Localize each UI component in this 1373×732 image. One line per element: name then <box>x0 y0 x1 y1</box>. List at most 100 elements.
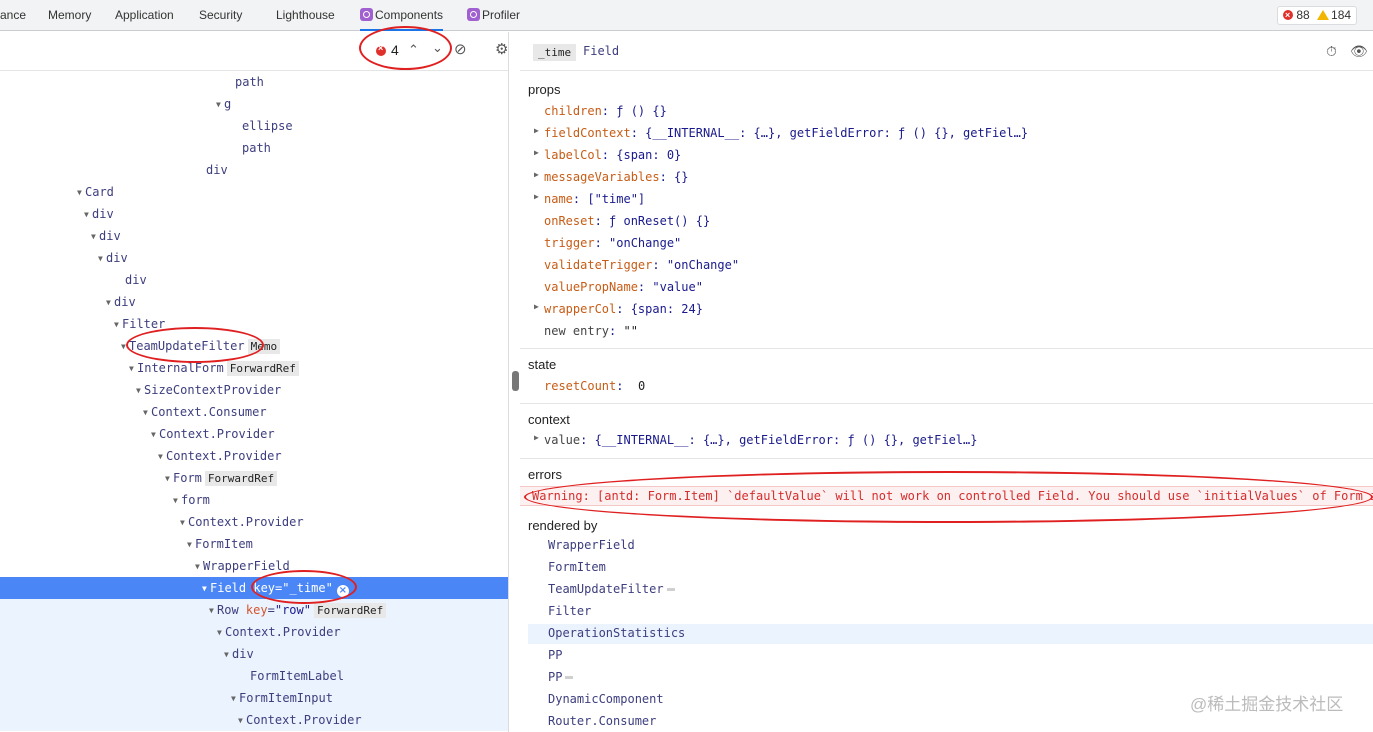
previous-error-button[interactable]: ⌃ <box>408 42 419 58</box>
owner-item[interactable]: WrapperField <box>548 538 635 552</box>
tree-scrollbar-thumb[interactable] <box>512 371 519 391</box>
expand-arrow-icon[interactable]: ▶ <box>534 433 539 442</box>
tree-row[interactable]: ▼ FormItem <box>0 533 508 555</box>
tree-row[interactable]: ▼ g <box>0 93 508 115</box>
prop-row[interactable]: validateTrigger: "onChange" <box>544 258 739 272</box>
collapse-arrow-icon[interactable]: ▼ <box>202 578 210 600</box>
tree-row[interactable]: ▼ Context.Provider <box>0 621 508 643</box>
prop-value[interactable]: {} <box>674 170 688 184</box>
tree-row[interactable]: ▼ Context.Provider <box>0 709 508 731</box>
owner-item[interactable]: FormItem <box>548 560 606 574</box>
tree-row[interactable]: path <box>0 71 508 93</box>
owner-item[interactable]: DynamicComponent <box>548 692 664 706</box>
collapse-arrow-icon[interactable]: ▼ <box>77 182 85 204</box>
prop-value[interactable]: ƒ onReset() {} <box>609 214 710 228</box>
prop-row[interactable]: ▶ fieldContext: {__INTERNAL__: {…}, getFi… <box>534 126 1028 140</box>
tree-row[interactable]: path <box>0 137 508 159</box>
collapse-arrow-icon[interactable]: ▼ <box>106 292 114 314</box>
owner-item[interactable]: Filter <box>548 604 591 618</box>
tab-security[interactable]: Security <box>199 0 242 31</box>
collapse-arrow-icon[interactable]: ▼ <box>151 424 159 446</box>
prop-value[interactable]: {span: 24} <box>631 302 703 316</box>
tree-row[interactable]: ▼ Field key="_time" × <box>0 577 508 599</box>
owner-item[interactable]: Router.Consumer <box>548 714 656 728</box>
tree-row[interactable]: ▼ div <box>0 247 508 269</box>
tree-row[interactable]: ▼ WrapperField <box>0 555 508 577</box>
collapse-arrow-icon[interactable]: ▼ <box>165 468 173 490</box>
tab-memory[interactable]: Memory <box>48 0 91 31</box>
tree-row[interactable]: ▼ div <box>0 291 508 313</box>
collapse-arrow-icon[interactable]: ▼ <box>114 314 122 336</box>
owner-item[interactable]: PP <box>548 670 574 684</box>
collapse-arrow-icon[interactable]: ▼ <box>187 534 195 556</box>
expand-arrow-icon[interactable]: ▶ <box>534 192 539 201</box>
prop-row[interactable]: ▶ messageVariables: {} <box>534 170 689 184</box>
collapse-arrow-icon[interactable]: ▼ <box>143 402 151 424</box>
collapse-arrow-icon[interactable]: ▼ <box>231 688 239 710</box>
prop-row[interactable]: ▶ wrapperCol: {span: 24} <box>534 302 703 316</box>
collapse-arrow-icon[interactable]: ▼ <box>136 380 144 402</box>
context-prop[interactable]: ▶ value: {__INTERNAL__: {…}, getFieldErr… <box>534 433 977 447</box>
stopwatch-icon[interactable]: ⏱ <box>1326 43 1337 60</box>
collapse-arrow-icon[interactable]: ▼ <box>129 358 137 380</box>
prop-row[interactable]: children: ƒ () {} <box>544 104 667 118</box>
issues-counter[interactable]: 88 184 <box>1277 6 1358 25</box>
tree-row[interactable]: ▼ Card <box>0 181 508 203</box>
prop-value[interactable]: {span: 0} <box>616 148 681 162</box>
tree-row[interactable]: ▼ Form ForwardRef <box>0 467 508 489</box>
collapse-arrow-icon[interactable]: ▼ <box>195 556 203 578</box>
owner-item[interactable]: TeamUpdateFilter <box>548 582 675 596</box>
collapse-arrow-icon[interactable]: ▼ <box>173 490 181 512</box>
prop-value[interactable]: ƒ () {} <box>616 104 667 118</box>
collapse-arrow-icon[interactable]: ▼ <box>217 622 225 644</box>
expand-arrow-icon[interactable]: ▶ <box>534 170 539 179</box>
prop-value[interactable]: {__INTERNAL__: {…}, getFieldError: ƒ () … <box>645 126 1028 140</box>
collapse-arrow-icon[interactable]: ▼ <box>209 600 217 622</box>
expand-arrow-icon[interactable]: ▶ <box>534 148 539 157</box>
error-badge-icon[interactable]: × <box>336 585 349 597</box>
prop-key[interactable]: new entry <box>544 324 609 338</box>
prop-row[interactable]: new entry: "" <box>544 324 638 338</box>
tree-row[interactable]: ▼ Context.Provider <box>0 511 508 533</box>
tree-row[interactable]: div <box>0 159 508 181</box>
tab-application[interactable]: Application <box>115 0 174 31</box>
prop-row[interactable]: ▶ labelCol: {span: 0} <box>534 148 681 162</box>
collapse-arrow-icon[interactable]: ▼ <box>180 512 188 534</box>
tree-row[interactable]: ▼ Context.Provider <box>0 445 508 467</box>
prop-value[interactable]: "" <box>623 324 637 338</box>
eye-icon[interactable]: 👁 <box>1350 43 1368 60</box>
next-error-button[interactable]: ⌄ <box>432 40 443 56</box>
tree-row[interactable]: ▼ div <box>0 225 508 247</box>
tab-profiler[interactable]: Profiler <box>467 0 520 31</box>
collapse-arrow-icon[interactable]: ▼ <box>84 204 92 226</box>
tree-row[interactable]: ▼ SizeContextProvider <box>0 379 508 401</box>
prop-value[interactable]: ["time"] <box>587 192 645 206</box>
tab-lighthouse[interactable]: Lighthouse <box>276 0 335 31</box>
prop-value[interactable]: "onChange" <box>609 236 681 250</box>
tree-row[interactable]: ▼ Context.Provider <box>0 423 508 445</box>
tree-row[interactable]: ▼ Context.Consumer <box>0 401 508 423</box>
tree-row[interactable]: ▼ FormItemInput <box>0 687 508 709</box>
prop-value[interactable]: "onChange" <box>667 258 739 272</box>
owner-item[interactable]: PP <box>548 648 562 662</box>
collapse-arrow-icon[interactable]: ▼ <box>158 446 166 468</box>
tree-row[interactable]: ▼ Row key="row" ForwardRef <box>0 599 508 621</box>
collapse-arrow-icon[interactable]: ▼ <box>91 226 99 248</box>
collapse-arrow-icon[interactable]: ▼ <box>238 710 246 732</box>
tree-row[interactable]: ▼ form <box>0 489 508 511</box>
state-prop[interactable]: resetCount: 0 <box>544 379 645 393</box>
settings-gear-icon[interactable]: ⚙ <box>495 40 508 58</box>
prop-row[interactable]: valuePropName: "value" <box>544 280 703 294</box>
prop-row[interactable]: trigger: "onChange" <box>544 236 681 250</box>
collapse-arrow-icon[interactable]: ▼ <box>98 248 106 270</box>
expand-arrow-icon[interactable]: ▶ <box>534 126 539 135</box>
prop-row[interactable]: onReset: ƒ onReset() {} <box>544 214 710 228</box>
tree-row[interactable]: ▼ div <box>0 203 508 225</box>
owner-item[interactable]: OperationStatistics <box>548 626 685 640</box>
tree-row[interactable]: ▼ InternalForm ForwardRef <box>0 357 508 379</box>
tree-row[interactable]: div <box>0 269 508 291</box>
tree-row[interactable]: ▼ Filter <box>0 313 508 335</box>
tab-performance[interactable]: ance <box>0 0 26 31</box>
collapse-arrow-icon[interactable]: ▼ <box>121 336 129 358</box>
tree-row[interactable]: ▼ div <box>0 643 508 665</box>
